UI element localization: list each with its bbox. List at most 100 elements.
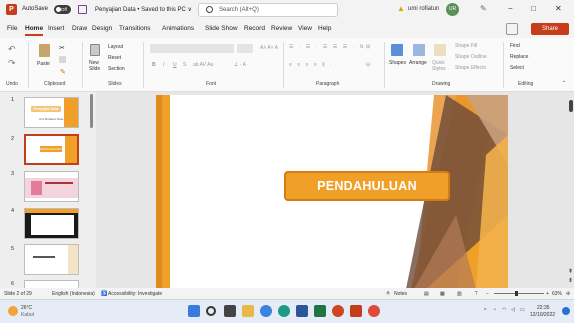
- tab-slide-show[interactable]: Slide Show: [205, 25, 238, 32]
- notification-icon[interactable]: [562, 307, 570, 315]
- slideshow-icon[interactable]: ⊤: [474, 291, 478, 297]
- font-color-icon[interactable]: ∠ · A ·: [234, 62, 249, 68]
- prev-slide-icon[interactable]: ⇞: [568, 268, 573, 275]
- save-icon[interactable]: [78, 5, 87, 14]
- tray-overflow-icon[interactable]: ^: [484, 308, 486, 314]
- thumbnail-scrollbar[interactable]: [90, 94, 93, 128]
- reset-button[interactable]: Reset: [108, 55, 121, 61]
- share-button[interactable]: Share: [531, 23, 569, 35]
- tab-help[interactable]: Help: [318, 25, 331, 32]
- wifi-icon[interactable]: ◠: [502, 307, 506, 313]
- tab-transitions[interactable]: Transitions: [119, 25, 151, 32]
- smartart-icon[interactable]: ⊟: [366, 62, 370, 68]
- edge-icon[interactable]: [278, 305, 290, 317]
- slide-canvas[interactable]: PENDAHULUAN: [156, 95, 508, 289]
- clock-date[interactable]: 12/10/2022: [530, 312, 555, 318]
- align-left-icon[interactable]: ≡ ≡ ≡ ≡ ⫼ ·: [289, 62, 334, 68]
- notes-button[interactable]: Notes: [394, 291, 407, 297]
- autosave-toggle[interactable]: Off: [54, 5, 71, 14]
- text-direction-icon[interactable]: ⊞: [366, 44, 370, 50]
- search-input[interactable]: Search (Alt+Q): [198, 3, 338, 17]
- zoom-slider[interactable]: [494, 293, 544, 294]
- find-button[interactable]: Find: [510, 43, 520, 49]
- zoom-level[interactable]: 63%: [552, 291, 562, 297]
- section-button[interactable]: Section: [108, 66, 125, 72]
- chrome-icon[interactable]: [260, 305, 272, 317]
- restore-button[interactable]: □: [531, 4, 536, 13]
- strikethrough-icon[interactable]: ab AV Aa: [193, 62, 213, 68]
- replace-button[interactable]: Replace: [510, 54, 528, 60]
- clock-time[interactable]: 22:35: [537, 305, 550, 311]
- fit-slide-icon[interactable]: ✣: [566, 291, 570, 297]
- bullets-icon[interactable]: ☰ · ☰ · ☰ ☰ ☰ · ⇅: [289, 44, 366, 50]
- new-slide-button[interactable]: New Slide: [89, 60, 103, 72]
- collapse-ribbon-icon[interactable]: ⌄: [562, 78, 566, 84]
- explorer-icon[interactable]: [242, 305, 254, 317]
- word-icon[interactable]: [296, 305, 308, 317]
- paste-icon[interactable]: [39, 44, 50, 57]
- italic-button[interactable]: I: [163, 62, 164, 68]
- tab-review[interactable]: Review: [271, 25, 292, 32]
- slide-title[interactable]: PENDAHULUAN: [284, 171, 450, 201]
- new-slide-icon[interactable]: [90, 44, 100, 56]
- accessibility-icon[interactable]: ♿: [101, 291, 107, 297]
- minimize-button[interactable]: −: [508, 4, 513, 13]
- redo-icon[interactable]: ↷: [8, 58, 16, 69]
- document-title[interactable]: Penyajian Data • Saved to this PC ∨: [95, 6, 192, 13]
- weather-temp[interactable]: 26°C: [21, 305, 32, 311]
- tab-file[interactable]: File: [7, 25, 17, 32]
- pen-icon[interactable]: ✎: [480, 4, 487, 13]
- paste-button[interactable]: Paste: [37, 61, 50, 67]
- volume-icon[interactable]: ◁: [511, 307, 515, 313]
- slide-thumbnail-5[interactable]: [24, 244, 79, 275]
- slide-thumbnail-4[interactable]: [24, 208, 79, 239]
- next-slide-icon[interactable]: ⇟: [568, 277, 573, 284]
- tab-insert[interactable]: Insert: [48, 25, 64, 32]
- undo-icon[interactable]: ↶: [8, 44, 16, 55]
- cut-icon[interactable]: ✂: [59, 44, 65, 52]
- other-app-icon[interactable]: [368, 305, 380, 317]
- powerpoint-icon[interactable]: [332, 305, 344, 317]
- underline-button[interactable]: U: [173, 62, 177, 68]
- reading-view-icon[interactable]: ▥: [457, 291, 462, 297]
- shape-outline-button[interactable]: Shape Outline: [455, 54, 487, 60]
- tab-animations[interactable]: Animations: [162, 25, 194, 32]
- bold-button[interactable]: B: [152, 62, 156, 68]
- weather-icon[interactable]: [8, 306, 18, 316]
- shape-effects-button[interactable]: Shape Effects: [455, 65, 486, 71]
- font-size-select[interactable]: [237, 44, 253, 53]
- comment-icon[interactable]: [506, 23, 518, 35]
- tab-view[interactable]: View: [298, 25, 312, 32]
- tab-record[interactable]: Record: [244, 25, 265, 32]
- grow-font-icon[interactable]: A˄ A˅ A: [260, 45, 278, 51]
- excel-icon[interactable]: [314, 305, 326, 317]
- quick-styles-button[interactable]: Quick Styles: [432, 60, 448, 72]
- shape-fill-button[interactable]: Shape Fill: [455, 43, 477, 49]
- search-icon[interactable]: [206, 306, 216, 316]
- normal-view-icon[interactable]: ▤: [424, 291, 429, 297]
- user-name[interactable]: umi rofiatun: [408, 6, 439, 12]
- copy-icon[interactable]: [59, 56, 66, 63]
- network-icon[interactable]: ◔: [493, 307, 496, 313]
- tab-draw[interactable]: Draw: [72, 25, 87, 32]
- editor-scrollbar-thumb[interactable]: [569, 100, 573, 112]
- quick-styles-icon[interactable]: [434, 44, 446, 56]
- slide-thumbnail-3[interactable]: [24, 171, 79, 202]
- accessibility-status[interactable]: Accessibility: Investigate: [108, 291, 162, 297]
- slide-thumbnail-1[interactable]: Penyajian Data Umi Rofiatun Nisa: [24, 97, 79, 128]
- slide-thumbnail-6[interactable]: [24, 280, 79, 288]
- font-family-select[interactable]: [150, 44, 234, 53]
- arrange-button[interactable]: Arrange: [409, 60, 427, 66]
- close-button[interactable]: ✕: [555, 4, 562, 13]
- windows-icon[interactable]: [188, 305, 200, 317]
- tab-home[interactable]: Home: [25, 25, 44, 36]
- format-painter-icon[interactable]: ✎: [60, 68, 66, 76]
- slide-sorter-icon[interactable]: ▦: [440, 291, 445, 297]
- zoom-in-icon[interactable]: +: [546, 291, 549, 297]
- shapes-icon[interactable]: [391, 44, 403, 56]
- arrange-icon[interactable]: [413, 44, 425, 56]
- warning-icon[interactable]: ▲: [397, 4, 405, 13]
- slide-thumbnail-2[interactable]: PENDAHULUAN: [24, 134, 79, 165]
- battery-icon[interactable]: ▭: [520, 307, 525, 313]
- language-indicator[interactable]: English (Indonesia): [52, 291, 95, 297]
